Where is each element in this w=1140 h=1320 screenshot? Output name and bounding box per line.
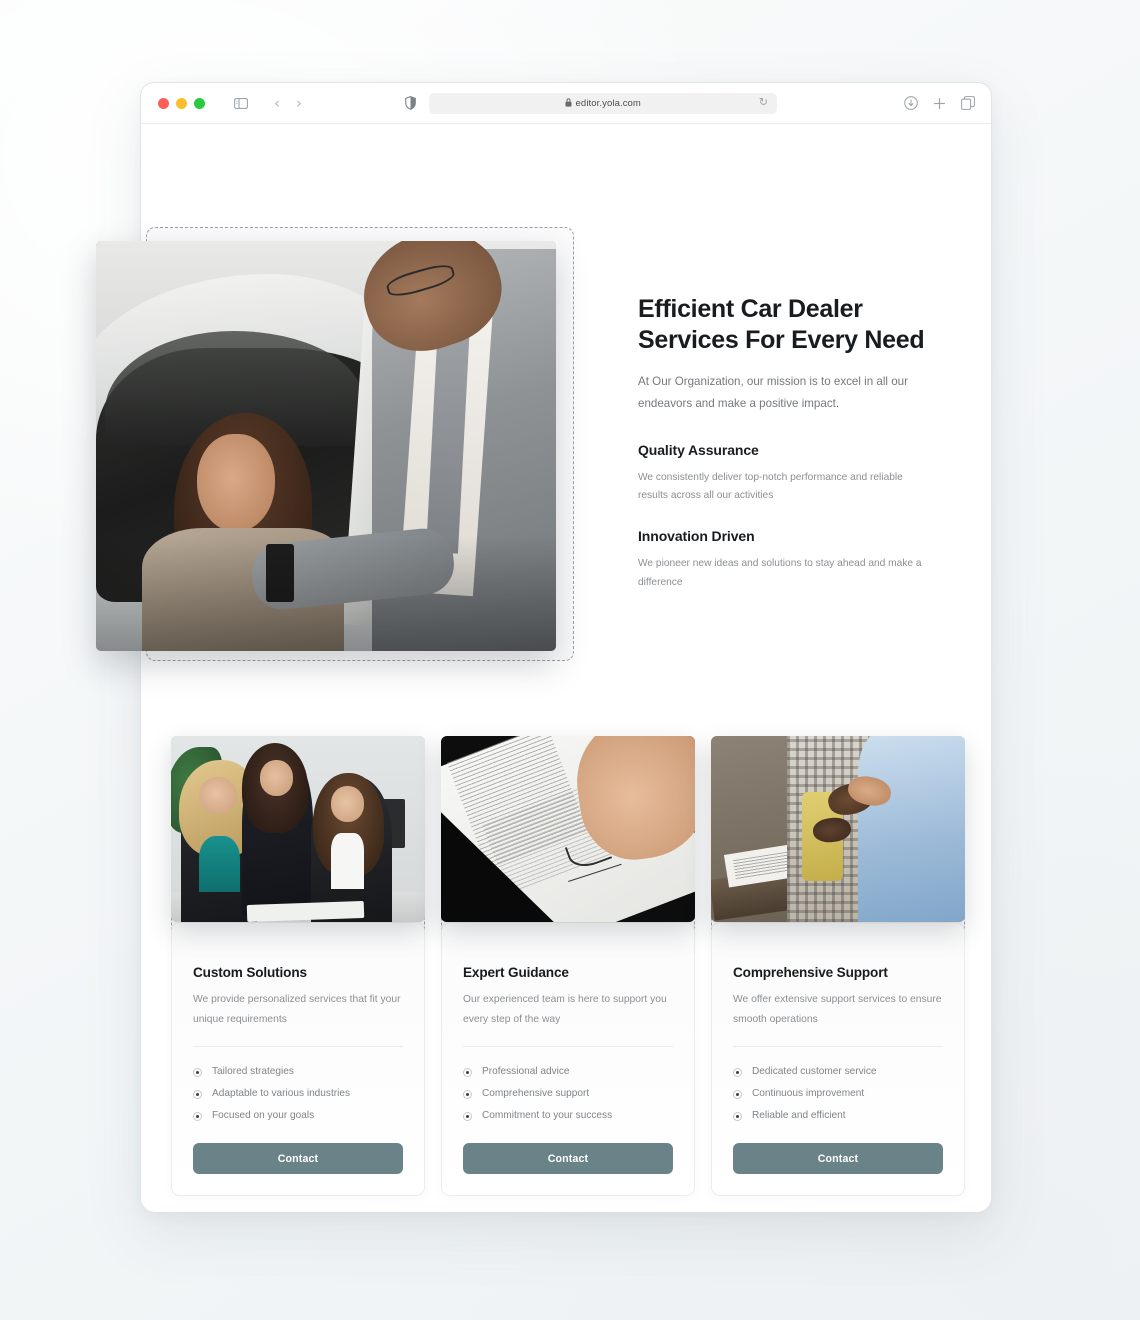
list-item: Adaptable to various industries [193, 1083, 403, 1105]
card-title[interactable]: Expert Guidance [463, 965, 673, 980]
hero-photo-artwork [96, 241, 556, 651]
feature-title[interactable]: Innovation Driven [638, 528, 928, 544]
list-item-label: Comprehensive support [482, 1088, 590, 1100]
bullet-icon [733, 1089, 742, 1099]
list-item: Tailored strategies [193, 1061, 403, 1083]
card-image[interactable] [171, 736, 425, 922]
card-feature-list: Tailored strategies Adaptable to various… [193, 1061, 403, 1127]
hero-feature-innovation-driven: Innovation Driven We pioneer new ideas a… [638, 528, 928, 593]
card-photo-artwork [441, 736, 695, 922]
contact-button[interactable]: Contact [733, 1143, 943, 1175]
forward-button[interactable]: › [296, 95, 302, 111]
bullet-icon [733, 1111, 742, 1121]
address-bar[interactable]: editor.yola.com ↻ [429, 92, 777, 114]
contact-button[interactable]: Contact [193, 1143, 403, 1175]
service-cards-row: Custom Solutions We provide personalized… [171, 736, 966, 1197]
service-card-custom-solutions: Custom Solutions We provide personalized… [171, 736, 425, 1197]
contact-button[interactable]: Contact [463, 1143, 673, 1175]
list-item-label: Professional advice [482, 1066, 570, 1078]
card-photo-artwork [711, 736, 965, 922]
service-card-expert-guidance: Expert Guidance Our experienced team is … [441, 736, 695, 1197]
hero-subtitle[interactable]: At Our Organization, our mission is to e… [638, 371, 928, 416]
service-card-comprehensive-support: Comprehensive Support We offer extensive… [711, 736, 965, 1197]
shield-icon[interactable] [405, 96, 416, 110]
card-feature-list: Dedicated customer service Continuous im… [733, 1061, 943, 1127]
card-description[interactable]: Our experienced team is here to support … [463, 990, 673, 1029]
card-divider [733, 1046, 943, 1048]
close-window-button[interactable] [158, 97, 169, 109]
new-tab-icon[interactable] [933, 97, 946, 110]
feature-body[interactable]: We consistently deliver top-notch perfor… [638, 469, 928, 507]
hero-title[interactable]: Efficient Car Dealer Services For Every … [638, 294, 928, 355]
window-controls [158, 97, 205, 109]
card-body: Comprehensive Support We offer extensive… [711, 922, 965, 1197]
list-item: Dedicated customer service [733, 1061, 943, 1083]
card-divider [193, 1046, 403, 1048]
reload-button[interactable]: ↻ [759, 97, 768, 109]
feature-title[interactable]: Quality Assurance [638, 442, 928, 458]
card-photo-artwork [171, 736, 425, 922]
page-viewport: Efficient Car Dealer Services For Every … [96, 124, 991, 1212]
back-button[interactable]: ‹ [274, 95, 280, 111]
list-item-label: Adaptable to various industries [212, 1088, 351, 1100]
list-item-label: Reliable and efficient [752, 1110, 846, 1122]
toolbar-right-actions [904, 96, 975, 110]
browser-toolbar: ‹ › editor.yola.com ↻ [141, 83, 991, 124]
hero-text-column: Efficient Car Dealer Services For Every … [638, 294, 928, 593]
list-item: Comprehensive support [463, 1083, 673, 1105]
bullet-icon [193, 1111, 202, 1121]
address-url-text: editor.yola.com [575, 97, 641, 109]
list-item-label: Continuous improvement [752, 1088, 865, 1100]
card-title[interactable]: Custom Solutions [193, 965, 403, 980]
maximize-window-button[interactable] [194, 97, 205, 109]
list-item-label: Dedicated customer service [752, 1066, 877, 1078]
card-body: Expert Guidance Our experienced team is … [441, 922, 695, 1197]
list-item-label: Commitment to your success [482, 1110, 613, 1122]
bullet-icon [463, 1111, 472, 1121]
card-image[interactable] [711, 736, 965, 922]
list-item: Commitment to your success [463, 1105, 673, 1127]
card-title[interactable]: Comprehensive Support [733, 965, 943, 980]
bullet-icon [193, 1089, 202, 1099]
list-item: Focused on your goals [193, 1105, 403, 1127]
bullet-icon [733, 1067, 742, 1077]
card-feature-list: Professional advice Comprehensive suppor… [463, 1061, 673, 1127]
lock-icon [565, 97, 572, 109]
card-body: Custom Solutions We provide personalized… [171, 922, 425, 1197]
download-icon[interactable] [904, 96, 918, 110]
navigation-arrows: ‹ › [274, 95, 302, 111]
list-item-label: Focused on your goals [212, 1110, 315, 1122]
list-item: Reliable and efficient [733, 1105, 943, 1127]
bullet-icon [193, 1067, 202, 1077]
list-item: Professional advice [463, 1061, 673, 1083]
card-divider [463, 1046, 673, 1048]
list-item-label: Tailored strategies [212, 1066, 294, 1078]
hero-image[interactable] [96, 241, 556, 651]
minimize-window-button[interactable] [176, 97, 187, 109]
hero-feature-quality-assurance: Quality Assurance We consistently delive… [638, 442, 928, 507]
card-description[interactable]: We offer extensive support services to e… [733, 990, 943, 1029]
sidebar-icon[interactable] [234, 97, 248, 109]
bullet-icon [463, 1089, 472, 1099]
card-description[interactable]: We provide personalized services that fi… [193, 990, 403, 1029]
tab-overview-icon[interactable] [961, 96, 975, 110]
list-item: Continuous improvement [733, 1083, 943, 1105]
card-image[interactable] [441, 736, 695, 922]
browser-window: ‹ › editor.yola.com ↻ Efficient Car Deal… [96, 82, 992, 1212]
bullet-icon [463, 1067, 472, 1077]
feature-body[interactable]: We pioneer new ideas and solutions to st… [638, 555, 928, 593]
